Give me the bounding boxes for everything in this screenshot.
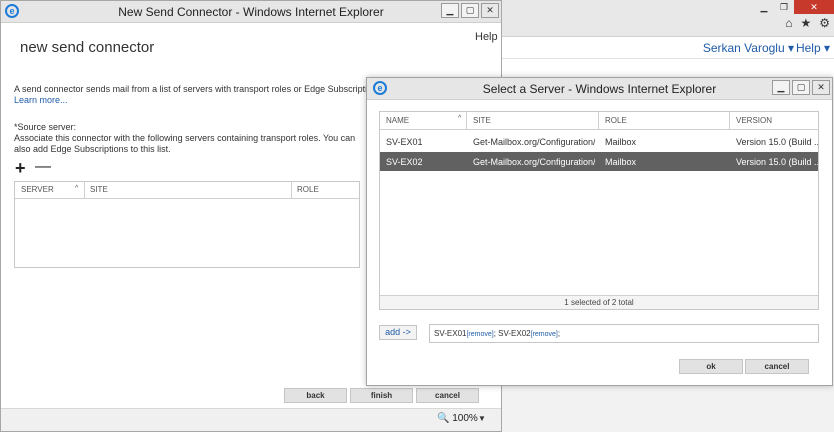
selected-servers-box: SV-EX01[remove]; SV-EX02[remove]; [429, 324, 819, 343]
chevron-down-icon[interactable]: ▼ [478, 414, 486, 423]
cancel-button[interactable]: cancel [416, 388, 479, 403]
background-footer [500, 385, 834, 432]
finish-button[interactable]: finish [350, 388, 413, 403]
table-row[interactable]: SV-EX02 Get-Mailbox.org/Configuration/..… [380, 152, 818, 171]
add-icon[interactable]: + [15, 158, 26, 179]
page-title: new send connector [20, 39, 155, 56]
window-controls: ▁ ▢ ✕ [441, 3, 499, 18]
user-bar: Serkan Varoglu ▾ Help ▾ [500, 37, 834, 59]
help-menu[interactable]: Help ▾ [796, 41, 830, 55]
ok-button[interactable]: ok [679, 359, 743, 374]
add-button[interactable]: add -> [379, 325, 417, 340]
cell-name: SV-EX02 [386, 157, 423, 167]
close-icon[interactable]: ✕ [481, 3, 499, 18]
sort-arrow-icon: ^ [75, 185, 79, 192]
column-header-role[interactable]: ROLE [297, 185, 319, 194]
window-titlebar: e New Send Connector - Windows Internet … [1, 1, 501, 23]
maximize-icon[interactable]: ▢ [792, 80, 810, 95]
gear-icon[interactable]: ⚙ [819, 16, 830, 30]
column-divider [598, 112, 599, 130]
source-servers-table: SERVER ^ SITE ROLE [14, 181, 360, 268]
back-button[interactable]: back [284, 388, 347, 403]
minimize-icon[interactable]: ▁ [441, 3, 459, 18]
selected-item-name: SV-EX02 [498, 329, 531, 338]
remove-link[interactable]: [remove] [466, 331, 493, 338]
source-server-label: *Source server: [14, 122, 77, 132]
table-row[interactable]: SV-EX01 Get-Mailbox.org/Configuration/..… [380, 132, 818, 151]
remove-link[interactable]: [remove] [531, 331, 558, 338]
favorites-icon[interactable]: ★ [800, 16, 811, 30]
description-text: A send connector sends mail from a list … [14, 84, 385, 94]
column-header-site[interactable]: SITE [473, 116, 491, 125]
column-divider [729, 112, 730, 130]
selected-item-name: SV-EX01 [434, 329, 467, 338]
user-menu[interactable]: Serkan Varoglu ▾ [703, 41, 794, 55]
dialog-cancel-button[interactable]: cancel [745, 359, 809, 374]
close-icon[interactable]: ✕ [794, 0, 834, 14]
dialog-titlebar: e Select a Server - Windows Internet Exp… [367, 78, 832, 100]
cell-site: Get-Mailbox.org/Configuration/... [473, 157, 595, 167]
table-header: NAME ^ SITE ROLE VERSION [380, 112, 818, 130]
column-divider [84, 182, 85, 199]
browser-tools: ⌂ ★ ⚙ [785, 16, 830, 30]
cell-version: Version 15.0 (Build ... [736, 157, 818, 167]
restore-icon[interactable]: ❐ [774, 0, 794, 14]
column-header-server[interactable]: SERVER [21, 185, 54, 194]
cell-site: Get-Mailbox.org/Configuration/... [473, 137, 595, 147]
minimize-icon[interactable]: ▁ [754, 0, 774, 14]
status-bar: 🔍 100% ▼ [1, 408, 501, 431]
dialog-window-controls: ▁ ▢ ✕ [772, 80, 830, 95]
home-icon[interactable]: ⌂ [785, 16, 792, 30]
cell-role: Mailbox [605, 137, 637, 147]
minimize-icon[interactable]: ▁ [772, 80, 790, 95]
background-window-controls: ▁ ❐ ✕ [754, 0, 834, 14]
zoom-level[interactable]: 🔍 100% [437, 413, 478, 424]
column-divider [291, 182, 292, 199]
learn-more-link[interactable]: Learn more... [14, 95, 68, 105]
column-header-site[interactable]: SITE [90, 185, 108, 194]
zoom-value: 100% [452, 413, 478, 424]
servers-table: NAME ^ SITE ROLE VERSION SV-EX01 Get-Mai… [379, 111, 819, 310]
table-header: SERVER ^ SITE ROLE [15, 182, 359, 199]
background-titlebar: ▁ ❐ ✕ ⌂ ★ ⚙ [500, 0, 834, 37]
column-header-role[interactable]: ROLE [605, 116, 627, 125]
column-divider [466, 112, 467, 130]
cell-name: SV-EX01 [386, 137, 423, 147]
maximize-icon[interactable]: ▢ [461, 3, 479, 18]
cell-version: Version 15.0 (Build ... [736, 137, 818, 147]
selection-count: 1 selected of 2 total [380, 295, 818, 309]
sort-arrow-icon: ^ [458, 115, 462, 122]
window-title: New Send Connector - Windows Internet Ex… [118, 5, 384, 19]
column-header-version[interactable]: VERSION [736, 116, 772, 125]
remove-icon[interactable]: — [35, 158, 51, 176]
cell-role: Mailbox [605, 157, 637, 167]
dialog-title: Select a Server - Windows Internet Explo… [482, 82, 717, 96]
close-icon[interactable]: ✕ [812, 80, 830, 95]
select-server-dialog: e Select a Server - Windows Internet Exp… [366, 77, 833, 386]
associate-text: Associate this connector with the follow… [14, 133, 356, 154]
column-header-name[interactable]: NAME [386, 116, 409, 125]
help-link[interactable]: Help [475, 31, 498, 43]
